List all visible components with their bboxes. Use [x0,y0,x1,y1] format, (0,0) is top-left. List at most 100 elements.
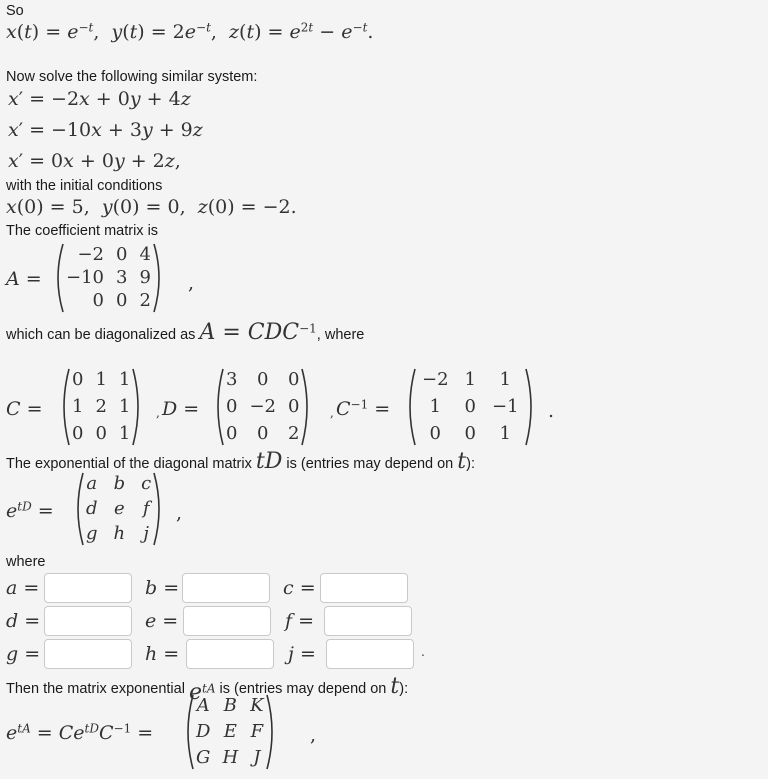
answer-d-input[interactable] [44,606,132,636]
etD-label: etD = [6,499,54,522]
matrix-cell: 3 [226,369,238,390]
matrix-cell: J [253,747,261,768]
matrix-cell: 0 [226,396,238,417]
answer-c-input[interactable] [320,573,408,603]
label-h: h = [145,643,180,665]
matrix-etA-grid: ABK DEF GHJ [194,694,266,770]
label-a: a = [6,577,40,599]
label-b: b = [145,577,180,599]
answer-a-input[interactable] [44,573,132,603]
initial-conditions-label: with the initial conditions [6,178,163,194]
matrix-cell: 0 [288,369,300,390]
matrix-cell: 0 [257,369,269,390]
matrix-D-grid: 3 0 0 0 −2 0 0 0 2 [224,368,301,446]
previous-solution: x(t) = e−t, y(t) = 2e−t, z(t) = e2t − e−… [6,20,374,43]
matrix-cell: e [114,497,125,519]
label-d: d = [6,610,41,632]
matrix-cell: −2 [422,369,449,390]
label-c: c = [283,577,316,599]
matrix-C-grid: 011121001 [70,368,132,446]
answer-g-input[interactable] [44,639,132,669]
matrix-Cinv-grid: −2 1 1 1 0 −1 0 0 1 [416,368,525,446]
matrix-cell: 0 [72,369,84,390]
solution-y: y(t) = 2e−t [111,20,211,43]
etA-formula: etA = CetDC−1 = [6,721,154,744]
matrix-cell: 0 [288,396,300,417]
matrix-cell: g [86,523,98,545]
matrix-cell: −2 [77,243,104,265]
answer-h-input[interactable] [186,639,274,669]
matrix-cell: E [223,721,237,742]
matrix-cell: c [141,472,152,494]
label-g: g = [6,643,41,665]
matrix-cell: B [223,695,237,716]
equation-3: x′ = 0x + 0y + 2z, [8,150,181,172]
matrix-cell: b [113,472,126,494]
matrix-cell: h [113,523,126,545]
matrix-cell: f [142,497,150,519]
matrix-Cinv: −2 1 1 1 0 −1 0 0 1 [404,368,537,446]
label-e: e = [145,610,179,632]
matrix-cell: 1 [499,423,511,444]
matrix-etD-grid: abc def ghj [84,472,153,546]
matrix-cell: −10 [66,266,104,288]
equation-2: x′ = −10x + 3y + 9z [8,119,203,141]
matrix-cell: 2 [288,423,300,444]
matrix-A-comma: , [188,272,195,294]
matrix-C-label: C = [6,398,43,420]
matrix-cell: G [196,747,211,768]
equation-1: x′ = −2x + 0y + 4z [8,88,191,110]
matrix-cell: 1 [118,396,131,417]
answer-j-input[interactable] [326,639,414,669]
so-label: So [6,3,24,19]
answer-e-input[interactable] [183,606,271,636]
matrix-cell: 1 [118,369,131,390]
left-paren [52,243,64,313]
matrix-etD: abc def ghj [72,472,165,546]
matrix-cell: 0 [429,423,441,444]
coefficient-label: The coefficient matrix is [6,223,159,239]
matrix-cell: 0 [116,243,128,265]
where-label: where [6,554,46,570]
diagonalization-formula: A = CDC−1 [199,320,317,345]
matrix-cell: 0 [116,290,128,312]
matrix-cell: F [250,721,264,742]
solution-z: z(t) = e2t − e−t [229,20,368,43]
initial-conditions: x(0) = 5, y(0) = 0, z(0) = −2. [6,196,297,218]
problem-prompt: Now solve the following similar system: [6,69,258,85]
matrix-A-label: A = [6,268,42,290]
matrix-cell: D [196,721,211,742]
matrix-cell: 0 [95,423,107,444]
matrix-cell: d [86,497,98,519]
matrix-A-grid: −2 0 4 −10 3 9 0 0 2 [64,243,153,313]
matrix-cell: j [143,523,149,545]
matrix-cell: 0 [257,423,269,444]
matrix-cell: 0 [92,290,104,312]
matrix-cell: −2 [249,396,276,417]
matrix-cell: 1 [429,396,441,417]
matrix-cell: −1 [492,396,519,417]
matrix-cell: 1 [72,396,84,417]
matrix-cell: H [222,747,239,768]
matrix-D: 3 0 0 0 −2 0 0 0 2 [212,368,313,446]
matrix-cell: 3 [116,266,128,288]
matrix-cell: K [250,695,264,716]
matrix-cell: 2 [139,290,151,312]
matrix-cell: 1 [499,369,511,390]
matrix-cell: 0 [226,423,238,444]
label-j: j = [288,643,316,665]
matrix-A: −2 0 4 −10 3 9 0 0 2 [52,243,165,313]
answer-b-input[interactable] [182,573,270,603]
matrix-cell: a [86,472,98,494]
diagonalization-text: which can be diagonalized as A = CDC−1, … [6,320,365,345]
matrix-Cinv-label: C−1 = [336,397,391,420]
solution-x: x(t) = e−t [6,20,94,43]
matrix-etA: ABK DEF GHJ [182,694,278,770]
matrix-cell: 1 [118,423,131,444]
exp-diag-text: The exponential of the diagonal matrix t… [6,449,475,474]
matrix-cell: 4 [139,243,151,265]
label-f: f = [285,610,315,632]
answer-f-input[interactable] [324,606,412,636]
matrix-cell: 0 [464,396,476,417]
matrix-cell: 9 [139,266,151,288]
